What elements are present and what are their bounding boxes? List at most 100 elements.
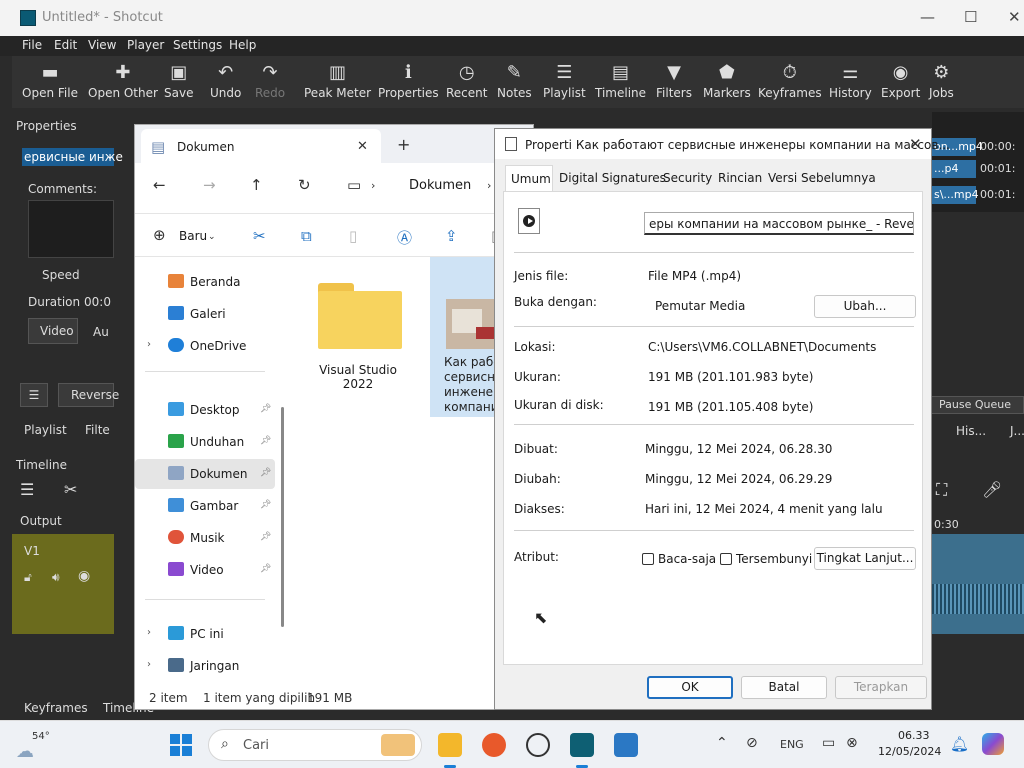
- pin-icon[interactable]: 📌︎: [260, 500, 271, 510]
- pause-queue-button[interactable]: Pause Queue: [926, 396, 1024, 414]
- menu-help[interactable]: Help: [229, 38, 256, 52]
- cut-icon[interactable]: ✂: [253, 227, 266, 245]
- pin-icon[interactable]: 📌︎: [260, 404, 271, 414]
- job-row-2[interactable]: ...p4: [932, 160, 976, 178]
- search-box[interactable]: ⌕ Cari: [208, 729, 422, 761]
- tab-security[interactable]: Security: [663, 171, 712, 185]
- undo-button[interactable]: ↶ Undo: [210, 62, 241, 100]
- peak-meter-button[interactable]: ▥ Peak Meter: [304, 62, 371, 100]
- file-explorer-taskbar-icon[interactable]: [438, 733, 462, 757]
- history-button[interactable]: ⚌ History: [829, 62, 872, 100]
- clip-title-field[interactable]: ервисные инже: [22, 148, 123, 166]
- tab-rincian[interactable]: Rincian: [718, 171, 762, 185]
- firefox-icon[interactable]: [482, 733, 506, 757]
- back-icon[interactable]: ←: [153, 177, 166, 193]
- sidebar-item-musik[interactable]: Musik 📌︎: [135, 523, 275, 553]
- recent-button[interactable]: ◷ Recent: [446, 62, 487, 100]
- jobs-button[interactable]: ⚙ Jobs: [929, 62, 954, 100]
- comments-box[interactable]: [28, 200, 114, 258]
- chevron-right-icon[interactable]: ›: [147, 339, 151, 350]
- sidebar-item-pc[interactable]: › PC ini: [135, 619, 275, 649]
- job-row-3[interactable]: s\...mp4: [932, 186, 979, 204]
- explorer-tab[interactable]: ▤ Dokumen ✕: [141, 129, 381, 163]
- clip-waveform[interactable]: [932, 534, 1024, 634]
- start-button[interactable]: [170, 734, 192, 756]
- sidebar-item-video[interactable]: Video 📌︎: [135, 555, 275, 585]
- sidebar-item-dokumen[interactable]: Dokumen 📌︎: [135, 459, 275, 489]
- bell-icon[interactable]: 🔔︎: [950, 735, 969, 753]
- chevron-right-icon[interactable]: ›: [147, 627, 151, 638]
- address-path[interactable]: Dokumen: [409, 178, 471, 193]
- tab-versi-sebelumnya[interactable]: Versi Sebelumnya: [768, 171, 876, 185]
- scissors-icon[interactable]: ✂: [64, 480, 77, 499]
- new-button[interactable]: ⊕ Baru ⌄: [153, 226, 219, 246]
- pin-icon[interactable]: 📌︎: [260, 532, 271, 542]
- fit-icon[interactable]: ⛶: [936, 480, 947, 500]
- timeline-menu-icon[interactable]: ☰: [20, 480, 34, 499]
- tab-close-icon[interactable]: ✕: [357, 139, 368, 155]
- copy-icon[interactable]: ⧉: [301, 227, 312, 245]
- rename-icon[interactable]: Ⓐ: [397, 227, 412, 248]
- keyframes-tab[interactable]: Keyframes: [24, 701, 88, 715]
- notes-button[interactable]: ✎ Notes: [497, 62, 532, 100]
- tab-video[interactable]: Video: [28, 318, 78, 344]
- filters-button[interactable]: ▼ Filters: [656, 62, 692, 100]
- copilot-icon[interactable]: [982, 733, 1004, 755]
- history-tab[interactable]: His...: [956, 424, 986, 438]
- timeline-button[interactable]: ▤ Timeline: [595, 62, 646, 100]
- sidebar-item-jaringan[interactable]: › Jaringan: [135, 651, 275, 681]
- playlist-tab[interactable]: Playlist: [24, 423, 67, 437]
- sidebar-item-unduhan[interactable]: Unduhan 📌︎: [135, 427, 275, 457]
- readonly-checkbox[interactable]: Baca-saja: [642, 552, 716, 566]
- advanced-button[interactable]: Tingkat Lanjut...: [814, 547, 916, 570]
- display-icon[interactable]: ▭: [822, 735, 835, 751]
- sidebar-item-galeri[interactable]: Galeri: [135, 299, 275, 329]
- playlist-button[interactable]: ☰ Playlist: [543, 62, 586, 100]
- filename-field[interactable]: еры компании на массовом рынке_ - Revers…: [644, 212, 914, 235]
- filters-tab[interactable]: Filte: [85, 423, 110, 437]
- eye-icon[interactable]: ◉: [78, 568, 90, 584]
- export-button[interactable]: ◉ Export: [881, 62, 920, 100]
- close-icon[interactable]: ✕: [909, 135, 922, 153]
- redo-button[interactable]: ↷ Redo: [255, 62, 285, 100]
- jobs-tab[interactable]: J...: [1010, 424, 1024, 438]
- hidden-checkbox[interactable]: Tersembunyi: [720, 552, 812, 566]
- change-button[interactable]: Ubah...: [814, 295, 916, 318]
- properties-button[interactable]: ℹ Properties: [378, 62, 439, 100]
- open-file-button[interactable]: ▬ Open File: [22, 62, 78, 100]
- speaker-icon[interactable]: 🔊︎: [52, 570, 60, 585]
- language-indicator[interactable]: ENG: [780, 738, 804, 751]
- pin-icon[interactable]: 📌︎: [260, 564, 271, 574]
- pin-icon[interactable]: 📌︎: [260, 436, 271, 446]
- clock-time[interactable]: 06.33: [898, 729, 930, 742]
- sidebar-item-gambar[interactable]: Gambar 📌︎: [135, 491, 275, 521]
- menu-icon[interactable]: ☰: [20, 383, 48, 407]
- photos-icon[interactable]: [614, 733, 638, 757]
- track-header-v1[interactable]: V1 🔓︎ 🔊︎ ◉: [12, 534, 114, 634]
- forward-icon[interactable]: →: [203, 177, 216, 193]
- apply-button[interactable]: Terapkan: [835, 676, 927, 699]
- save-button[interactable]: ▣ Save: [164, 62, 193, 100]
- paste-icon[interactable]: ▯: [349, 227, 357, 245]
- chevron-up-icon[interactable]: ⌃: [716, 735, 728, 751]
- sidebar-scrollbar[interactable]: [281, 407, 284, 627]
- weather-widget[interactable]: ☁ 54°: [16, 731, 50, 762]
- chevron-right-icon[interactable]: ›: [147, 659, 151, 670]
- close-icon[interactable]: ✕: [1008, 8, 1021, 26]
- sidebar-item-desktop[interactable]: Desktop 📌︎: [135, 395, 275, 425]
- folder-item[interactable]: Visual Studio 2022: [302, 267, 414, 417]
- keyframes-button[interactable]: ⏱ Keyframes: [758, 62, 822, 100]
- menu-edit[interactable]: Edit: [54, 38, 77, 52]
- remote-app-icon[interactable]: [526, 733, 550, 757]
- minimize-icon[interactable]: —: [920, 8, 935, 26]
- mic-icon[interactable]: 🎤︎: [982, 480, 1002, 499]
- pin-icon[interactable]: 📌︎: [260, 468, 271, 478]
- sidebar-item-beranda[interactable]: Beranda: [135, 267, 275, 297]
- new-tab-icon[interactable]: +: [397, 137, 410, 153]
- sidebar-item-onedrive[interactable]: › OneDrive: [135, 331, 275, 361]
- shotcut-taskbar-icon[interactable]: [570, 733, 594, 757]
- lock-icon[interactable]: 🔓︎: [24, 570, 32, 585]
- markers-button[interactable]: ⬟ Markers: [703, 62, 751, 100]
- ok-button[interactable]: OK: [647, 676, 733, 699]
- tab-digital-signatures[interactable]: Digital Signatures: [559, 171, 666, 185]
